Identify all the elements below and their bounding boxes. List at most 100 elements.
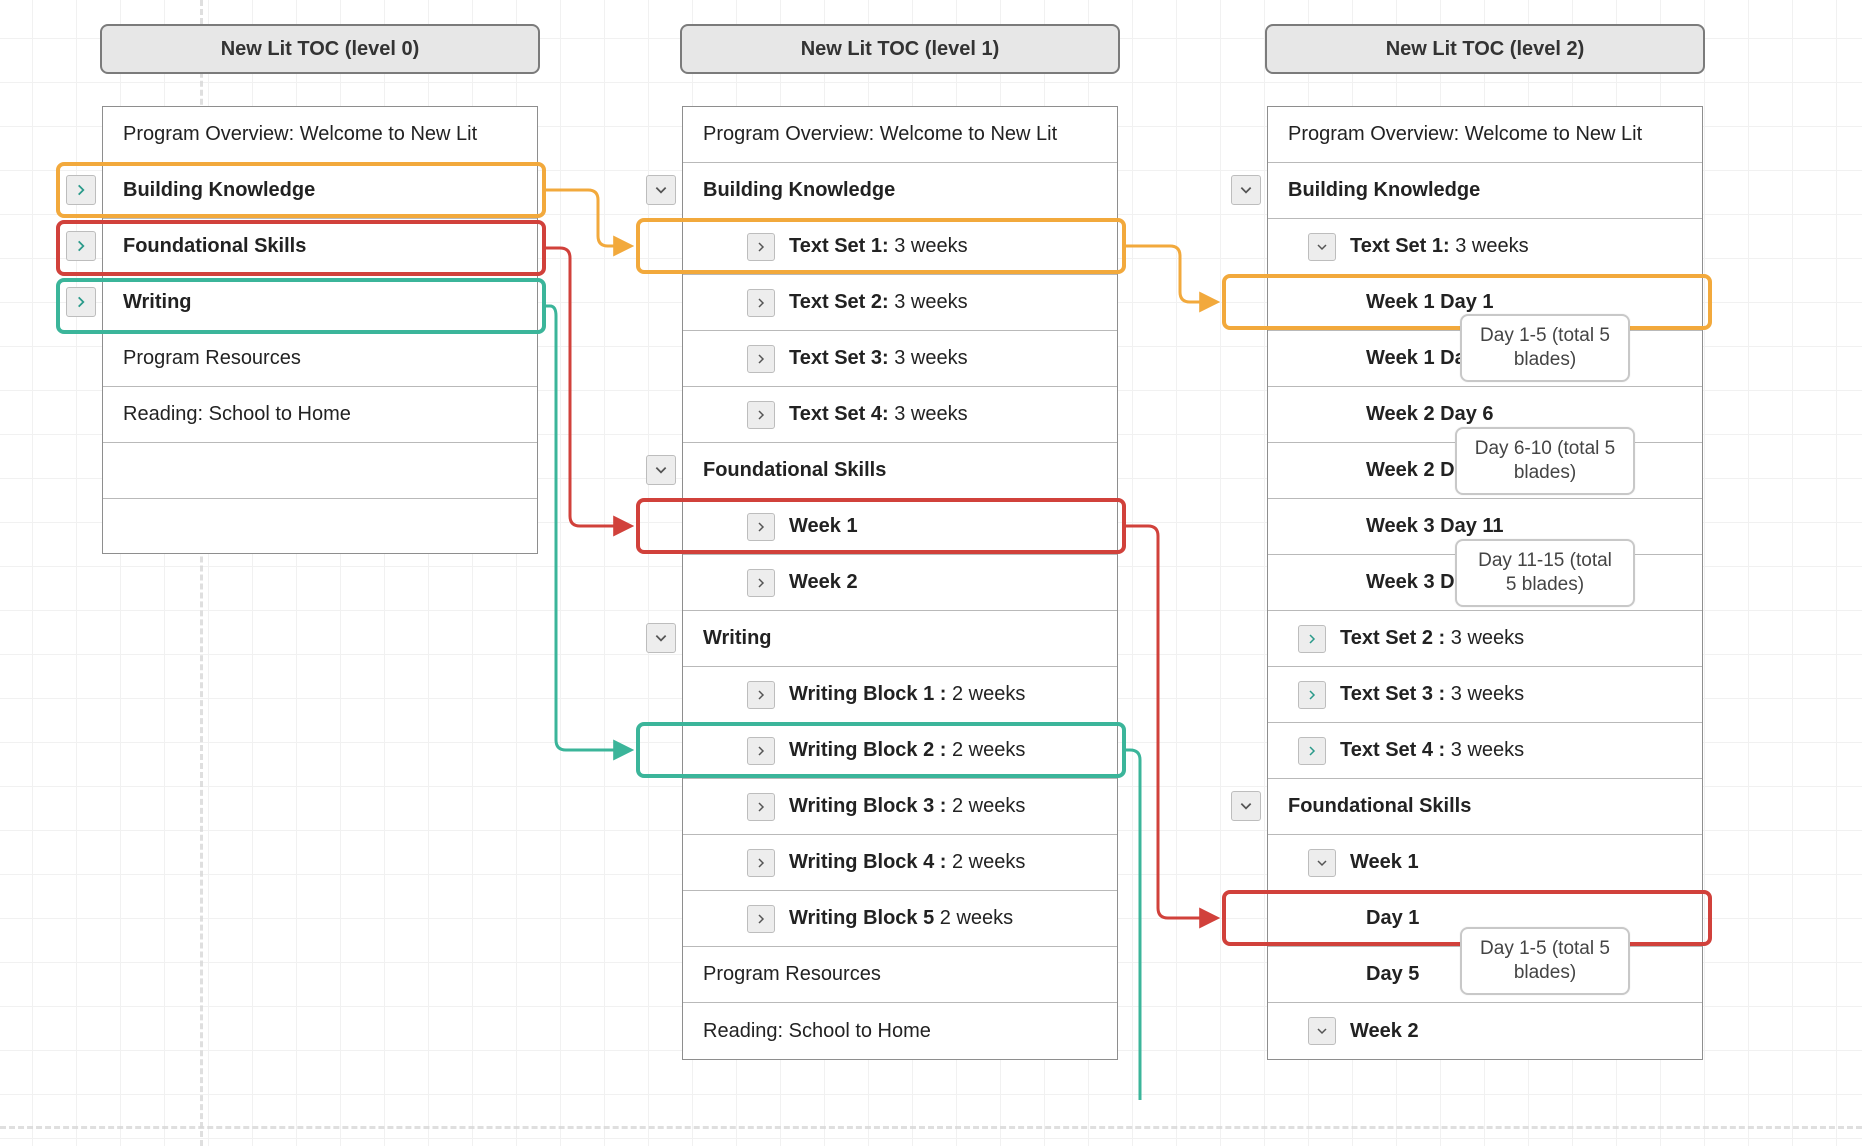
row-week-2[interactable]: Week 2 [1268, 1003, 1702, 1059]
chevron-down-icon [654, 463, 668, 477]
wb5-detail: 2 weeks [934, 907, 1013, 929]
overview-label: Program Overview: Welcome to New Lit [703, 123, 1057, 146]
row-empty-1 [103, 443, 537, 499]
row-reading-home: Reading: School to Home [103, 387, 537, 443]
expand-button[interactable] [747, 905, 775, 933]
expand-button[interactable] [747, 289, 775, 317]
row-program-resources: Program Resources [683, 947, 1117, 1003]
wb3-bold: Writing Block 3 : [789, 795, 946, 817]
chevron-right-icon [755, 297, 767, 309]
wb2-bold: Writing Block 2 : [789, 739, 946, 761]
chevron-right-icon [1306, 745, 1318, 757]
callout-day-11-15: Day 11-15 (total 5 blades) [1455, 539, 1635, 607]
row-building-knowledge[interactable]: Building Knowledge [1268, 163, 1702, 219]
wb3-detail: 2 weeks [946, 795, 1025, 817]
expand-button[interactable] [747, 513, 775, 541]
row-overview: Program Overview: Welcome to New Lit [1268, 107, 1702, 163]
row-text-set-4[interactable]: Text Set 4 : 3 weeks [1268, 723, 1702, 779]
building-label: Building Knowledge [123, 179, 315, 202]
chevron-down-icon [1316, 857, 1328, 869]
expand-button[interactable] [66, 287, 96, 317]
week-2-label: Week 2 [1350, 1020, 1419, 1043]
collapse-button[interactable] [646, 455, 676, 485]
collapse-button[interactable] [646, 175, 676, 205]
header-level-1: New Lit TOC (level 1) [680, 24, 1120, 74]
chevron-right-icon [74, 239, 88, 253]
ts3-detail: 3 weeks [1445, 683, 1524, 705]
collapse-button[interactable] [1231, 175, 1261, 205]
row-building-knowledge[interactable]: Building Knowledge [103, 163, 537, 219]
expand-button[interactable] [1298, 737, 1326, 765]
ts2-bold: Text Set 2: [789, 291, 889, 313]
collapse-button[interactable] [1231, 791, 1261, 821]
overview-label: Program Overview: Welcome to New Lit [123, 123, 477, 146]
header-level-2: New Lit TOC (level 2) [1265, 24, 1705, 74]
expand-button[interactable] [66, 231, 96, 261]
row-writing-block-4[interactable]: Writing Block 4 : 2 weeks [683, 835, 1117, 891]
row-writing[interactable]: Writing [683, 611, 1117, 667]
wb2-detail: 2 weeks [946, 739, 1025, 761]
expand-button[interactable] [747, 401, 775, 429]
row-week-1[interactable]: Week 1 [1268, 835, 1702, 891]
w2d6-label: Week 2 Day 6 [1366, 403, 1494, 426]
callout-day-1-5: Day 1-5 (total 5 blades) [1460, 314, 1630, 382]
reading-label: Reading: School to Home [703, 1020, 931, 1043]
overview-label: Program Overview: Welcome to New Lit [1288, 123, 1642, 146]
row-text-set-3[interactable]: Text Set 3 : 3 weeks [1268, 667, 1702, 723]
expand-button[interactable] [1298, 625, 1326, 653]
row-writing-block-5[interactable]: Writing Block 5 2 weeks [683, 891, 1117, 947]
chevron-right-icon [1306, 689, 1318, 701]
expand-button[interactable] [66, 175, 96, 205]
row-text-set-4[interactable]: Text Set 4: 3 weeks [683, 387, 1117, 443]
row-text-set-1[interactable]: Text Set 1: 3 weeks [1268, 219, 1702, 275]
row-writing[interactable]: Writing [103, 275, 537, 331]
expand-button[interactable] [747, 793, 775, 821]
chevron-right-icon [74, 183, 88, 197]
resources-label: Program Resources [123, 347, 301, 370]
building-label: Building Knowledge [1288, 179, 1480, 202]
chevron-down-icon [1316, 1025, 1328, 1037]
expand-button[interactable] [747, 681, 775, 709]
expand-button[interactable] [1298, 681, 1326, 709]
collapse-button[interactable] [1308, 233, 1336, 261]
row-text-set-3[interactable]: Text Set 3: 3 weeks [683, 331, 1117, 387]
ts4-bold: Text Set 4 : [1340, 739, 1445, 761]
expand-button[interactable] [747, 233, 775, 261]
row-foundational-skills[interactable]: Foundational Skills [683, 443, 1117, 499]
row-text-set-1[interactable]: Text Set 1: 3 weeks [683, 219, 1117, 275]
ts1-detail: 3 weeks [1450, 235, 1529, 257]
row-writing-block-3[interactable]: Writing Block 3 : 2 weeks [683, 779, 1117, 835]
wb4-detail: 2 weeks [946, 851, 1025, 873]
row-foundational-skills[interactable]: Foundational Skills [103, 219, 537, 275]
ts2-detail: 3 weeks [1445, 627, 1524, 649]
row-building-knowledge[interactable]: Building Knowledge [683, 163, 1117, 219]
collapse-button[interactable] [1308, 849, 1336, 877]
expand-button[interactable] [747, 737, 775, 765]
chevron-right-icon [755, 521, 767, 533]
collapse-button[interactable] [646, 623, 676, 653]
wb1-bold: Writing Block 1 : [789, 683, 946, 705]
chevron-right-icon [755, 577, 767, 589]
w1d1-label: Week 1 Day 1 [1366, 291, 1494, 314]
chevron-down-icon [654, 183, 668, 197]
chevron-right-icon [755, 857, 767, 869]
chevron-right-icon [1306, 633, 1318, 645]
row-week-1[interactable]: Week 1 [683, 499, 1117, 555]
row-writing-block-2[interactable]: Writing Block 2 : 2 weeks [683, 723, 1117, 779]
row-text-set-2[interactable]: Text Set 2: 3 weeks [683, 275, 1117, 331]
expand-button[interactable] [747, 569, 775, 597]
ts3-detail: 3 weeks [889, 347, 968, 369]
writing-label: Writing [123, 291, 192, 314]
expand-button[interactable] [747, 849, 775, 877]
collapse-button[interactable] [1308, 1017, 1336, 1045]
header-level-0: New Lit TOC (level 0) [100, 24, 540, 74]
toc-level-1: Program Overview: Welcome to New Lit Bui… [682, 106, 1118, 1060]
row-foundational-skills[interactable]: Foundational Skills [1268, 779, 1702, 835]
chevron-right-icon [755, 801, 767, 813]
row-writing-block-1[interactable]: Writing Block 1 : 2 weeks [683, 667, 1117, 723]
row-week-2[interactable]: Week 2 [683, 555, 1117, 611]
row-text-set-2[interactable]: Text Set 2 : 3 weeks [1268, 611, 1702, 667]
foundational-label: Foundational Skills [123, 235, 306, 258]
expand-button[interactable] [747, 345, 775, 373]
toc-level-0: Program Overview: Welcome to New Lit Bui… [102, 106, 538, 554]
